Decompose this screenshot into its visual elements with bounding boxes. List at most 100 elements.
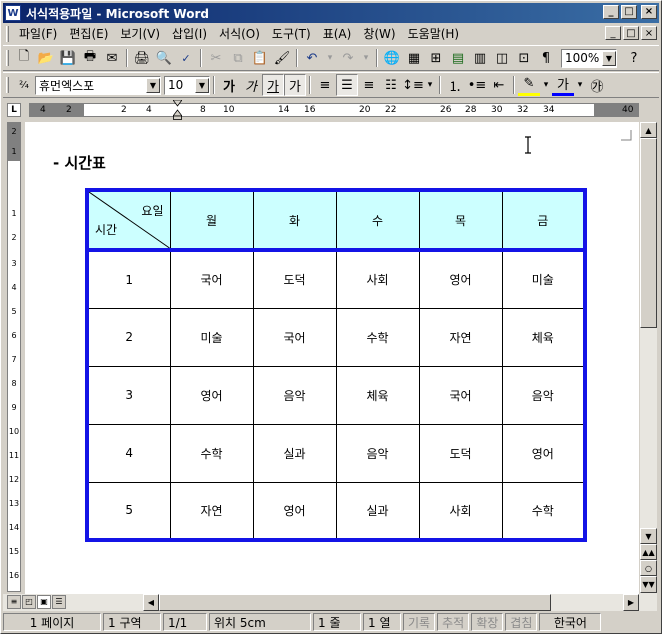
subject-cell[interactable]: 도덕	[418, 423, 503, 483]
status-extend[interactable]: 확장	[471, 613, 504, 631]
outline-view-icon[interactable]: ☰	[52, 595, 66, 609]
document-area[interactable]: - 시간표 요일 시간 월 화 수 목 금 1 국어 도덕 사회 영어 미술 2…	[25, 122, 639, 594]
menu-format[interactable]: 서식(O)	[213, 25, 266, 43]
permission-icon[interactable]: 🖶	[79, 47, 101, 69]
highlight-icon[interactable]: ✎	[518, 74, 540, 96]
normal-view-icon[interactable]: ≡	[7, 595, 21, 609]
subject-cell[interactable]: 국어	[252, 307, 337, 367]
cut-icon[interactable]: ✂	[205, 47, 227, 69]
day-header[interactable]: 화	[252, 189, 337, 251]
scroll-up-button[interactable]: ▲	[640, 122, 657, 138]
menu-view[interactable]: 보기(V)	[114, 25, 166, 43]
style-icon[interactable]: ²⁄₄	[13, 74, 35, 96]
line-spacing-icon[interactable]: ↕≡	[402, 74, 424, 96]
status-pages[interactable]: 1/1	[163, 613, 207, 631]
subject-cell[interactable]: 도덕	[252, 248, 337, 309]
toolbar-grip[interactable]	[6, 77, 9, 93]
font-size-select[interactable]: 10 ▼	[164, 75, 210, 95]
status-overtype[interactable]: 겹침	[505, 613, 538, 631]
status-page[interactable]: 1 페이지	[3, 613, 101, 631]
zoom-select[interactable]: 100% ▼	[561, 48, 617, 68]
timetable[interactable]: 요일 시간 월 화 수 목 금 1 국어 도덕 사회 영어 미술 2 미술 국어…	[85, 188, 587, 542]
paste-icon[interactable]: 📋	[249, 47, 271, 69]
browse-object-button[interactable]: ○	[640, 560, 657, 576]
scroll-left-button[interactable]: ◀	[143, 594, 159, 611]
spelling-icon[interactable]: ✓	[175, 47, 197, 69]
page-heading[interactable]: - 시간표	[53, 152, 106, 173]
subject-cell[interactable]: 음악	[335, 423, 420, 483]
vertical-scroll-thumb[interactable]	[640, 138, 657, 328]
vertical-scrollbar[interactable]: ▲ ▼ ▲▲ ○ ▼▼	[640, 122, 657, 594]
menu-file[interactable]: 파일(F)	[13, 25, 63, 43]
menu-window[interactable]: 창(W)	[357, 25, 401, 43]
vertical-ruler[interactable]: 2 1 1 2 3 4 5 6 7 8 9 10 11 12 13 14 15 …	[7, 122, 21, 592]
menu-table[interactable]: 표(A)	[317, 25, 358, 43]
status-section[interactable]: 1 구역	[103, 613, 161, 631]
doc-close-button[interactable]: ×	[641, 26, 657, 40]
redo-icon-arrow[interactable]: ↷	[337, 47, 359, 69]
subject-cell[interactable]: 음악	[252, 365, 337, 425]
subject-cell[interactable]: 실과	[335, 481, 420, 541]
align-center-icon[interactable]: ☰	[336, 74, 358, 96]
ruler-bar[interactable]: 4 2 2 4 8 10 14 16 20 22 26 28 30 32 34 …	[29, 103, 639, 117]
horizontal-scrollbar[interactable]: ≡ ◰ ▣ ☰ ◀ ▶	[3, 594, 657, 611]
insert-excel-icon[interactable]: ▤	[447, 47, 469, 69]
subject-cell[interactable]: 국어	[418, 365, 503, 425]
subject-cell[interactable]: 자연	[169, 481, 254, 541]
menu-grip[interactable]	[6, 26, 9, 42]
document-page[interactable]: - 시간표 요일 시간 월 화 수 목 금 1 국어 도덕 사회 영어 미술 2…	[25, 122, 639, 594]
status-column[interactable]: 1 열	[363, 613, 401, 631]
day-header[interactable]: 수	[335, 189, 420, 251]
font-color-button[interactable]: 가	[552, 74, 574, 96]
columns-icon[interactable]: ▥	[469, 47, 491, 69]
print-icon[interactable]: 🖨	[131, 47, 153, 69]
decrease-indent-icon[interactable]: ⇤	[488, 74, 510, 96]
toolbar-grip[interactable]	[6, 50, 9, 66]
word-app-icon[interactable]: W	[5, 5, 21, 21]
help-icon[interactable]: ?	[623, 47, 645, 69]
period-cell[interactable]: 5	[86, 481, 171, 541]
horizontal-ruler[interactable]: L 4 2 2 4 8 10 14 16 20 22 26 28 30 32 3…	[3, 100, 659, 120]
align-right-icon[interactable]: ≡	[358, 74, 380, 96]
indent-marker-icon[interactable]	[173, 100, 182, 120]
subject-cell[interactable]: 영어	[169, 365, 254, 425]
close-button[interactable]: ×	[641, 5, 657, 19]
day-header[interactable]: 목	[418, 189, 503, 251]
web-view-icon[interactable]: ◰	[22, 595, 36, 609]
undo-icon[interactable]: ↶	[301, 47, 323, 69]
open-folder-icon[interactable]: 📂	[35, 47, 57, 69]
underline-button[interactable]: 가	[262, 74, 284, 96]
new-document-icon[interactable]: 🗋	[13, 47, 35, 69]
bold-button[interactable]: 가	[218, 74, 240, 96]
print-view-icon[interactable]: ▣	[37, 595, 51, 609]
menu-tools[interactable]: 도구(T)	[266, 25, 317, 43]
numbering-icon[interactable]: ⒈	[444, 74, 466, 96]
horizontal-scroll-thumb[interactable]	[159, 594, 551, 611]
subject-cell[interactable]: 국어	[169, 248, 254, 309]
period-cell[interactable]: 3	[86, 365, 171, 425]
line-spacing-dropdown-icon[interactable]: ▾	[424, 74, 436, 96]
doc-restore-button[interactable]: □	[623, 26, 639, 40]
tab-selector[interactable]: L	[7, 103, 21, 117]
redo-dropdown-icon[interactable]: ▾	[359, 47, 373, 69]
day-header[interactable]: 월	[169, 189, 254, 251]
highlight-dropdown-icon[interactable]: ▾	[540, 74, 552, 96]
format-painter-icon[interactable]: 🖌	[271, 47, 293, 69]
enclosed-character-icon[interactable]: ㉮	[586, 74, 608, 96]
subject-cell[interactable]: 체육	[335, 365, 420, 425]
maximize-button[interactable]: □	[621, 5, 637, 19]
document-map-icon[interactable]: ⊡	[513, 47, 535, 69]
align-left-icon[interactable]: ≡	[314, 74, 336, 96]
chevron-down-icon[interactable]: ▼	[195, 77, 209, 93]
chevron-down-icon[interactable]: ▼	[602, 50, 616, 66]
title-bar[interactable]: W 서식적용파일 - Microsoft Word _ □ ×	[3, 3, 659, 23]
insert-table-icon[interactable]: ⊞	[425, 47, 447, 69]
font-color-dropdown-icon[interactable]: ▾	[574, 74, 586, 96]
tables-borders-icon[interactable]: ▦	[403, 47, 425, 69]
hyperlink-icon[interactable]: 🌐	[381, 47, 403, 69]
copy-icon[interactable]: ⧉	[227, 47, 249, 69]
menu-help[interactable]: 도움말(H)	[402, 25, 466, 43]
scroll-right-button[interactable]: ▶	[623, 594, 639, 611]
scroll-down-button[interactable]: ▼	[640, 528, 657, 544]
redo-icon[interactable]: ▾	[323, 47, 337, 69]
